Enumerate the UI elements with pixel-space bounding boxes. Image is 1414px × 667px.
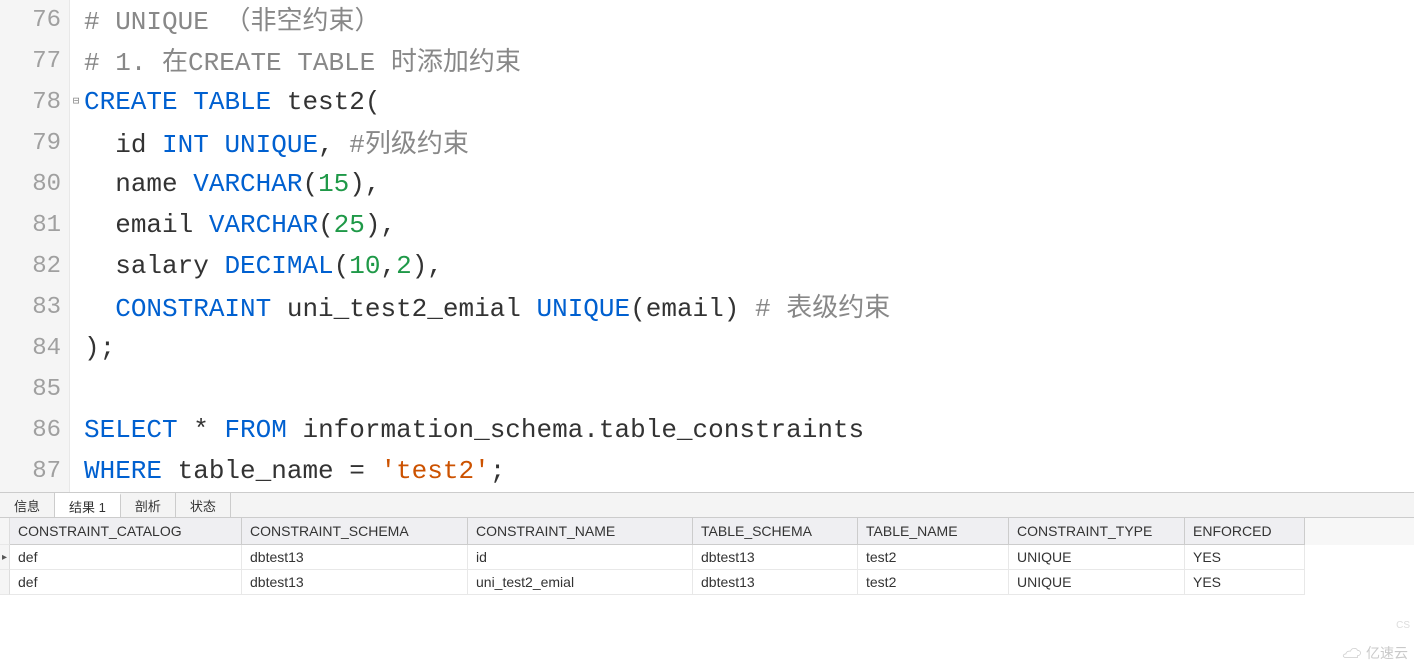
line-number: 85 xyxy=(0,369,70,410)
column-header[interactable]: CONSTRAINT_TYPE xyxy=(1009,518,1185,545)
code-line[interactable]: 85 xyxy=(0,369,1414,410)
table-row[interactable]: ▸defdbtest13iddbtest13test2UNIQUEYES xyxy=(0,545,1414,570)
code-line[interactable]: 80 name VARCHAR(15), xyxy=(0,164,1414,205)
code-content[interactable]: CONSTRAINT uni_test2_emial UNIQUE(email)… xyxy=(82,287,890,330)
column-header[interactable]: TABLE_SCHEMA xyxy=(693,518,858,545)
code-content[interactable]: name VARCHAR(15), xyxy=(82,164,381,205)
code-content[interactable]: # 1. 在CREATE TABLE 时添加约束 xyxy=(82,41,521,84)
cloud-icon xyxy=(1340,646,1362,660)
code-line[interactable]: 76 # UNIQUE （非空约束） xyxy=(0,0,1414,41)
cell[interactable]: UNIQUE xyxy=(1009,545,1185,570)
line-number: 83 xyxy=(0,287,70,328)
line-number: 82 xyxy=(0,246,70,287)
code-line[interactable]: 83 CONSTRAINT uni_test2_emial UNIQUE(ema… xyxy=(0,287,1414,328)
cell[interactable]: dbtest13 xyxy=(242,570,468,595)
code-content[interactable]: salary DECIMAL(10,2), xyxy=(82,246,443,287)
code-content[interactable]: CREATE TABLE test2( xyxy=(82,82,380,123)
code-line[interactable]: 79 id INT UNIQUE, #列级约束 xyxy=(0,123,1414,164)
code-line[interactable]: 87 WHERE table_name = 'test2'; xyxy=(0,451,1414,492)
results-body: ▸defdbtest13iddbtest13test2UNIQUEYESdefd… xyxy=(0,545,1414,595)
code-line[interactable]: 84); xyxy=(0,328,1414,369)
column-header[interactable]: CONSTRAINT_SCHEMA xyxy=(242,518,468,545)
cs-mark: CS xyxy=(1396,620,1410,631)
line-number: 76 xyxy=(0,0,70,41)
cell[interactable]: UNIQUE xyxy=(1009,570,1185,595)
code-line[interactable]: 81 email VARCHAR(25), xyxy=(0,205,1414,246)
line-number: 77 xyxy=(0,41,70,82)
code-line[interactable]: 77 # 1. 在CREATE TABLE 时添加约束 xyxy=(0,41,1414,82)
table-row[interactable]: defdbtest13uni_test2_emialdbtest13test2U… xyxy=(0,570,1414,595)
tab-结果 1[interactable]: 结果 1 xyxy=(55,493,121,517)
cell[interactable]: dbtest13 xyxy=(693,570,858,595)
cell[interactable]: YES xyxy=(1185,545,1305,570)
cell[interactable]: test2 xyxy=(858,570,1009,595)
row-indicator: ▸ xyxy=(0,545,10,570)
code-content[interactable]: email VARCHAR(25), xyxy=(82,205,396,246)
cell[interactable]: test2 xyxy=(858,545,1009,570)
fold-marker[interactable]: ⊟ xyxy=(70,82,82,123)
results-grid: CONSTRAINT_CATALOGCONSTRAINT_SCHEMACONST… xyxy=(0,518,1414,595)
line-number: 87 xyxy=(0,451,70,492)
column-header[interactable]: CONSTRAINT_CATALOG xyxy=(10,518,242,545)
code-content[interactable]: WHERE table_name = 'test2'; xyxy=(82,451,505,492)
column-header[interactable]: CONSTRAINT_NAME xyxy=(468,518,693,545)
line-number: 78 xyxy=(0,82,70,123)
column-header[interactable]: TABLE_NAME xyxy=(858,518,1009,545)
tab-剖析[interactable]: 剖析 xyxy=(121,493,176,517)
tab-信息[interactable]: 信息 xyxy=(0,493,55,517)
code-line[interactable]: 86 SELECT * FROM information_schema.table… xyxy=(0,410,1414,451)
watermark: 亿速云 xyxy=(1340,643,1408,663)
tab-状态[interactable]: 状态 xyxy=(176,493,231,517)
cell[interactable]: dbtest13 xyxy=(693,545,858,570)
column-header[interactable]: ENFORCED xyxy=(1185,518,1305,545)
code-content[interactable]: id INT UNIQUE, #列级约束 xyxy=(82,123,469,166)
code-content[interactable]: SELECT * FROM information_schema.table_c… xyxy=(82,410,864,451)
line-number: 86 xyxy=(0,410,70,451)
code-content[interactable]: ); xyxy=(82,328,115,369)
cell[interactable]: YES xyxy=(1185,570,1305,595)
results-header-row: CONSTRAINT_CATALOGCONSTRAINT_SCHEMACONST… xyxy=(0,518,1414,545)
watermark-text: 亿速云 xyxy=(1366,643,1408,663)
result-tabs: 信息结果 1剖析状态 xyxy=(0,492,1414,518)
cell[interactable]: uni_test2_emial xyxy=(468,570,693,595)
row-indicator-header xyxy=(0,518,10,545)
cell[interactable]: def xyxy=(10,570,242,595)
line-number: 79 xyxy=(0,123,70,164)
cell[interactable]: id xyxy=(468,545,693,570)
line-number: 80 xyxy=(0,164,70,205)
code-content[interactable]: # UNIQUE （非空约束） xyxy=(82,0,380,43)
cell[interactable]: dbtest13 xyxy=(242,545,468,570)
code-line[interactable]: 82 salary DECIMAL(10,2), xyxy=(0,246,1414,287)
code-line[interactable]: 78⊟CREATE TABLE test2( xyxy=(0,82,1414,123)
line-number: 81 xyxy=(0,205,70,246)
row-indicator xyxy=(0,570,10,595)
line-number: 84 xyxy=(0,328,70,369)
code-editor[interactable]: 76 # UNIQUE （非空约束） 77 # 1. 在CREATE TABLE 时添… xyxy=(0,0,1414,492)
cell[interactable]: def xyxy=(10,545,242,570)
